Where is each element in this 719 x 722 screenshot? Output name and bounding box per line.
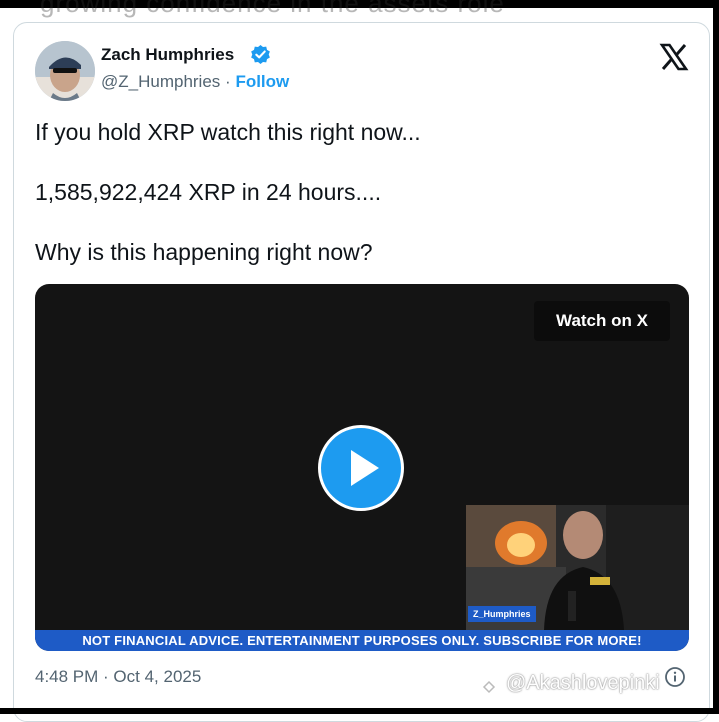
presenter-name-tag: Z_Humphries	[468, 606, 536, 622]
play-icon	[351, 450, 379, 486]
avatar-image	[35, 41, 95, 101]
watch-on-x-button[interactable]: Watch on X	[534, 301, 670, 341]
author-handle-row: @Z_Humphries · Follow	[101, 72, 289, 92]
follow-button[interactable]: Follow	[235, 72, 289, 91]
tweet-card: Zach Humphries @Z_Humphries · Follow If …	[13, 22, 710, 722]
play-button[interactable]	[318, 425, 404, 511]
background-headline: growing confidence in the assets role	[40, 0, 505, 18]
x-logo-icon[interactable]	[659, 42, 689, 72]
disclaimer-banner: NOT FINANCIAL ADVICE. ENTERTAINMENT PURP…	[35, 630, 689, 651]
watermark-logo-icon	[478, 676, 500, 698]
video-thumbnail-person: Z_Humphries	[466, 505, 689, 630]
watermark-text: @Akashlovepinki	[506, 672, 660, 694]
info-icon[interactable]	[664, 666, 686, 688]
verified-badge-icon	[251, 44, 270, 65]
tweet-text-line-1: If you hold XRP watch this right now...	[35, 119, 421, 145]
author-handle[interactable]: @Z_Humphries	[101, 72, 220, 91]
tweet-text-line-2: 1,585,922,424 XRP in 24 hours....	[35, 179, 382, 205]
right-dark-strip	[713, 0, 719, 714]
handle-separator: ·	[225, 72, 231, 91]
bottom-dark-strip	[0, 708, 719, 714]
top-dark-strip: growing confidence in the assets role	[0, 0, 719, 18]
author-name[interactable]: Zach Humphries	[101, 45, 234, 65]
tweet-timestamp[interactable]: 4:48 PM · Oct 4, 2025	[35, 667, 201, 687]
author-avatar[interactable]	[35, 41, 95, 101]
tweet-text-line-3: Why is this happening right now?	[35, 239, 373, 265]
video-player[interactable]: Watch on X Z_Humphries NOT FINANCIAL ADV	[35, 284, 689, 651]
